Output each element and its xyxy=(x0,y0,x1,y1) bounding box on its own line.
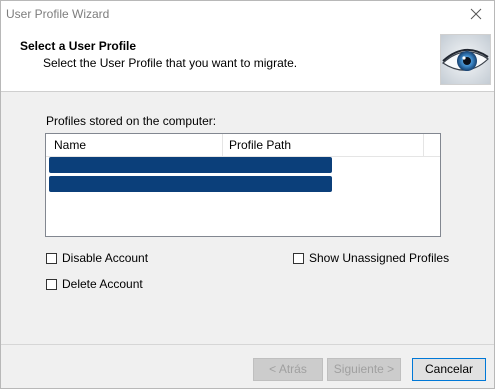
delete-account-option[interactable]: Delete Account xyxy=(46,277,143,291)
disable-account-label: Disable Account xyxy=(62,251,149,265)
profile-row[interactable] xyxy=(49,157,332,173)
show-unassigned-checkbox[interactable] xyxy=(293,252,304,264)
disable-account-option[interactable]: Disable Account xyxy=(46,251,148,265)
eye-graphic-icon xyxy=(440,34,491,85)
column-header-profile-path[interactable]: Profile Path xyxy=(229,138,291,152)
show-unassigned-label: Show Unassigned Profiles xyxy=(309,251,450,265)
profile-row[interactable] xyxy=(49,176,332,192)
cancel-button[interactable]: Cancelar xyxy=(412,358,486,381)
delete-account-label: Delete Account xyxy=(62,277,143,291)
close-button[interactable] xyxy=(468,6,484,22)
list-header: Name Profile Path xyxy=(46,134,440,157)
page-subtitle: Select the User Profile that you want to… xyxy=(43,56,298,70)
page-title: Select a User Profile xyxy=(20,39,137,53)
delete-account-checkbox[interactable] xyxy=(46,278,57,290)
next-button[interactable]: Siguiente > xyxy=(327,358,401,381)
footer-divider xyxy=(1,344,494,345)
column-divider[interactable] xyxy=(222,134,223,156)
title-bar: User Profile Wizard xyxy=(1,1,494,29)
disable-account-checkbox[interactable] xyxy=(46,252,57,264)
window-title: User Profile Wizard xyxy=(6,7,110,21)
wizard-header: Select a User Profile Select the User Pr… xyxy=(1,29,494,92)
close-icon xyxy=(470,8,482,20)
wizard-window: User Profile Wizard Select a User Profil… xyxy=(0,0,495,389)
profiles-list[interactable]: Name Profile Path xyxy=(45,133,441,237)
back-button[interactable]: < Atrás xyxy=(253,358,323,381)
column-divider[interactable] xyxy=(423,134,424,156)
column-header-name[interactable]: Name xyxy=(54,138,86,152)
profiles-label: Profiles stored on the computer: xyxy=(46,114,217,128)
show-unassigned-option[interactable]: Show Unassigned Profiles xyxy=(293,251,449,265)
